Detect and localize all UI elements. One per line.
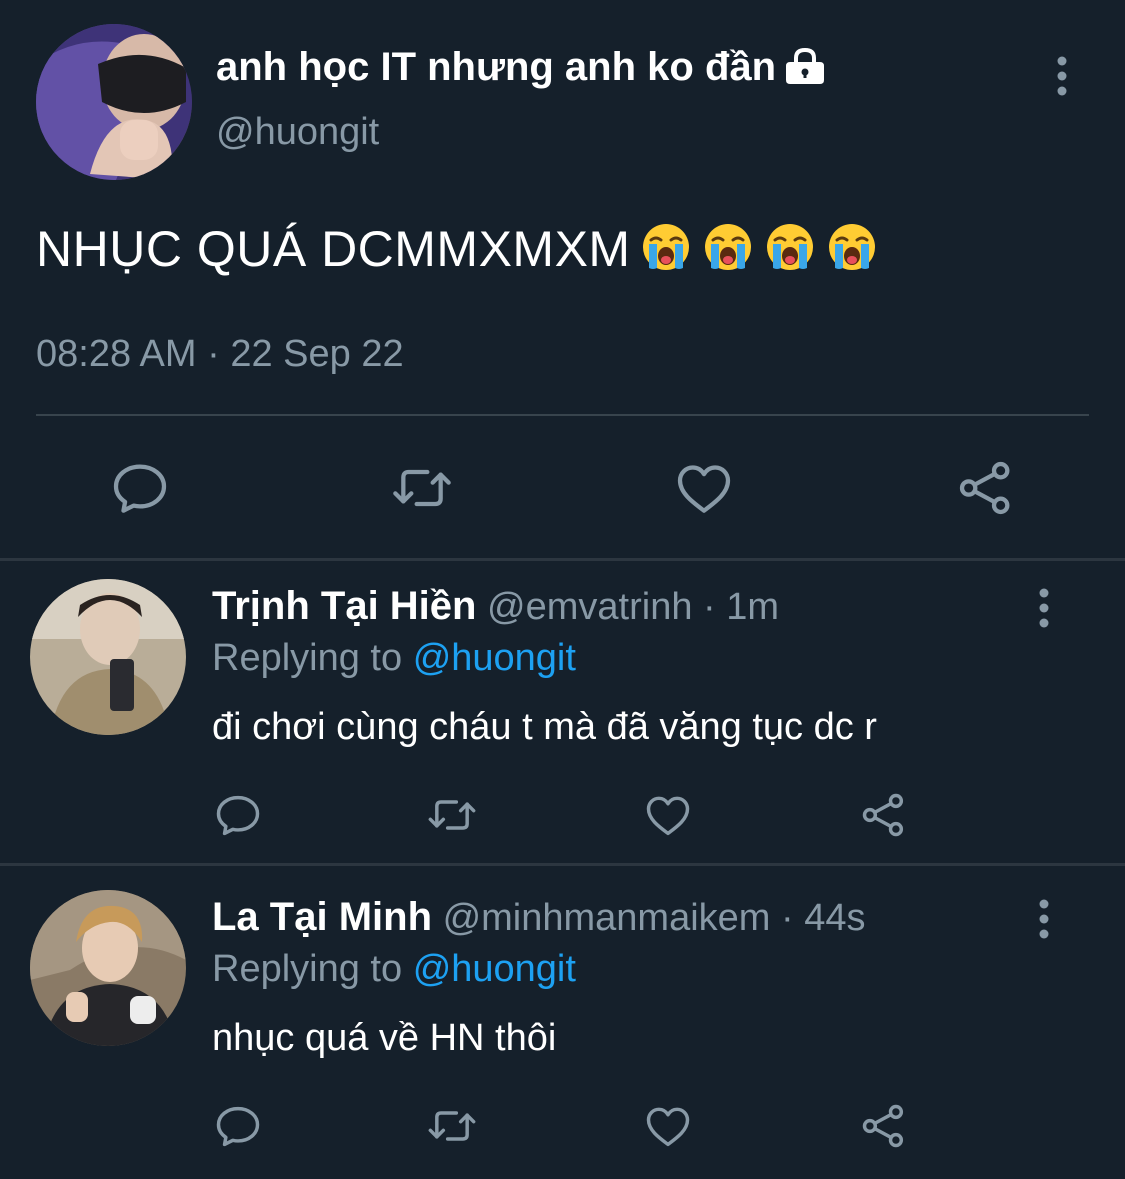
reply-icon[interactable] <box>212 1100 264 1152</box>
reply-icon[interactable] <box>212 789 264 841</box>
reply-actions <box>0 1100 1125 1152</box>
loudly-crying-face-emoji <box>641 222 691 272</box>
retweet-icon[interactable] <box>426 1100 478 1152</box>
reply-author-handle[interactable]: @emvatrinh <box>487 586 692 628</box>
divider <box>36 414 1089 416</box>
reply-text: nhục quá về HN thôi <box>212 1017 557 1059</box>
like-icon[interactable] <box>642 789 694 841</box>
mention-link[interactable]: @huongit <box>413 948 576 990</box>
reply-author-name[interactable]: Trịnh Tại Hiền <box>212 584 476 628</box>
more-options-icon[interactable] <box>1028 588 1060 628</box>
reply-tweet[interactable]: La Tại Minh @minhmanmaikem · 44s Replyin… <box>0 866 1125 1179</box>
tweet-thread: anh học IT nhưng anh ko đần @huongit NHỤ… <box>0 0 1125 1179</box>
loudly-crying-face-emoji <box>703 222 753 272</box>
loudly-crying-face-emoji <box>827 222 877 272</box>
reply-time[interactable]: 1m <box>726 586 779 628</box>
tweet-actions <box>0 456 1125 520</box>
more-options-icon[interactable] <box>1046 56 1078 96</box>
share-icon[interactable] <box>954 456 1018 520</box>
avatar[interactable] <box>30 890 186 1046</box>
separator-dot: · <box>703 586 716 628</box>
share-icon[interactable] <box>858 789 910 841</box>
reply-author-name[interactable]: La Tại Minh <box>212 895 432 939</box>
tweet-timestamp[interactable]: 08:28 AM · 22 Sep 22 <box>36 330 404 378</box>
author-name[interactable]: anh học IT nhưng anh ko đần <box>216 42 826 92</box>
replying-to: Replying to @huongit <box>212 634 576 682</box>
reply-header: La Tại Minh @minhmanmaikem · 44s <box>212 893 866 942</box>
replying-prefix: Replying to <box>212 948 403 990</box>
more-options-icon[interactable] <box>1028 899 1060 939</box>
loudly-crying-face-emoji <box>765 222 815 272</box>
reply-author-handle[interactable]: @minhmanmaikem <box>443 897 771 939</box>
reply-time[interactable]: 44s <box>804 897 865 939</box>
retweet-icon[interactable] <box>426 789 478 841</box>
tweet-body: NHỤC QUÁ DCMMXMXM <box>36 218 889 286</box>
reply-actions <box>0 789 1125 841</box>
reply-text: đi chơi cùng cháu t mà đã văng tục dc r <box>212 706 877 748</box>
mention-link[interactable]: @huongit <box>413 637 576 679</box>
lock-icon <box>784 48 826 84</box>
like-icon[interactable] <box>642 1100 694 1152</box>
reply-header: Trịnh Tại Hiền @emvatrinh · 1m <box>212 582 779 631</box>
separator-dot: · <box>781 897 794 939</box>
reply-icon[interactable] <box>108 456 172 520</box>
replying-to: Replying to @huongit <box>212 945 576 993</box>
tweet-text: NHỤC QUÁ DCMMXMXM <box>36 221 631 277</box>
avatar[interactable] <box>30 579 186 735</box>
author-handle[interactable]: @huongit <box>216 108 379 156</box>
retweet-icon[interactable] <box>390 456 454 520</box>
avatar[interactable] <box>36 24 192 180</box>
main-tweet[interactable]: anh học IT nhưng anh ko đần @huongit NHỤ… <box>0 0 1125 558</box>
author-name-text[interactable]: anh học IT nhưng anh ko đần <box>216 45 776 89</box>
emoji-group <box>641 222 889 286</box>
reply-tweet[interactable]: Trịnh Tại Hiền @emvatrinh · 1m Replying … <box>0 561 1125 863</box>
like-icon[interactable] <box>672 456 736 520</box>
share-icon[interactable] <box>858 1100 910 1152</box>
replying-prefix: Replying to <box>212 637 403 679</box>
